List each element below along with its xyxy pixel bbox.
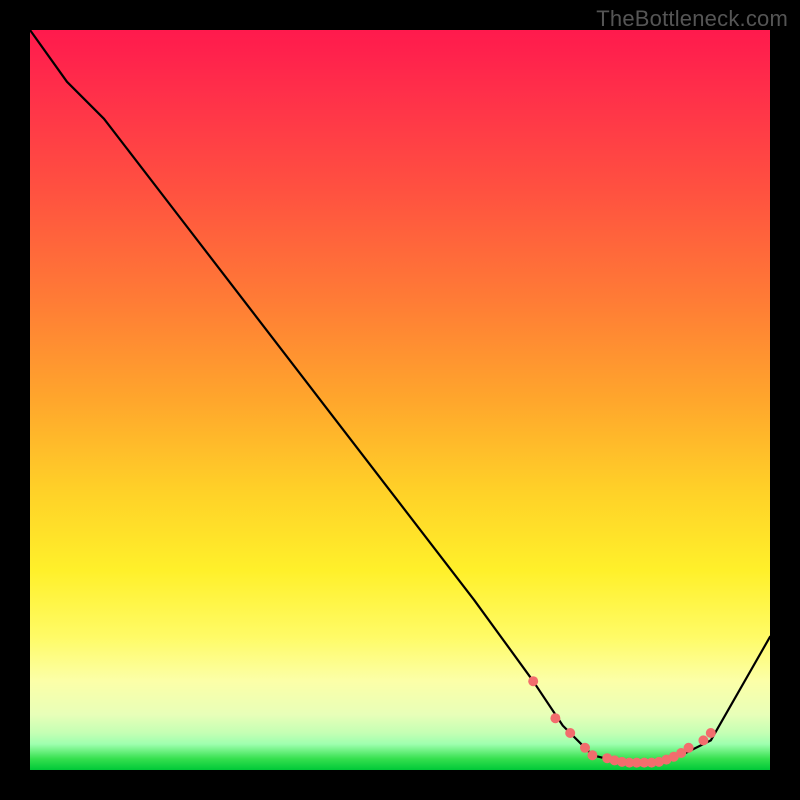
marker-dot [580,743,590,753]
plot-area [30,30,770,770]
marker-dot [706,728,716,738]
curve-line [30,30,770,763]
marker-dot [565,728,575,738]
marker-dot [698,735,708,745]
chart-frame: TheBottleneck.com [0,0,800,800]
marker-dot [528,676,538,686]
chart-svg [30,30,770,770]
watermark-text: TheBottleneck.com [596,6,788,32]
curve-markers [528,676,716,767]
marker-dot [587,750,597,760]
marker-dot [550,713,560,723]
marker-dot [684,743,694,753]
